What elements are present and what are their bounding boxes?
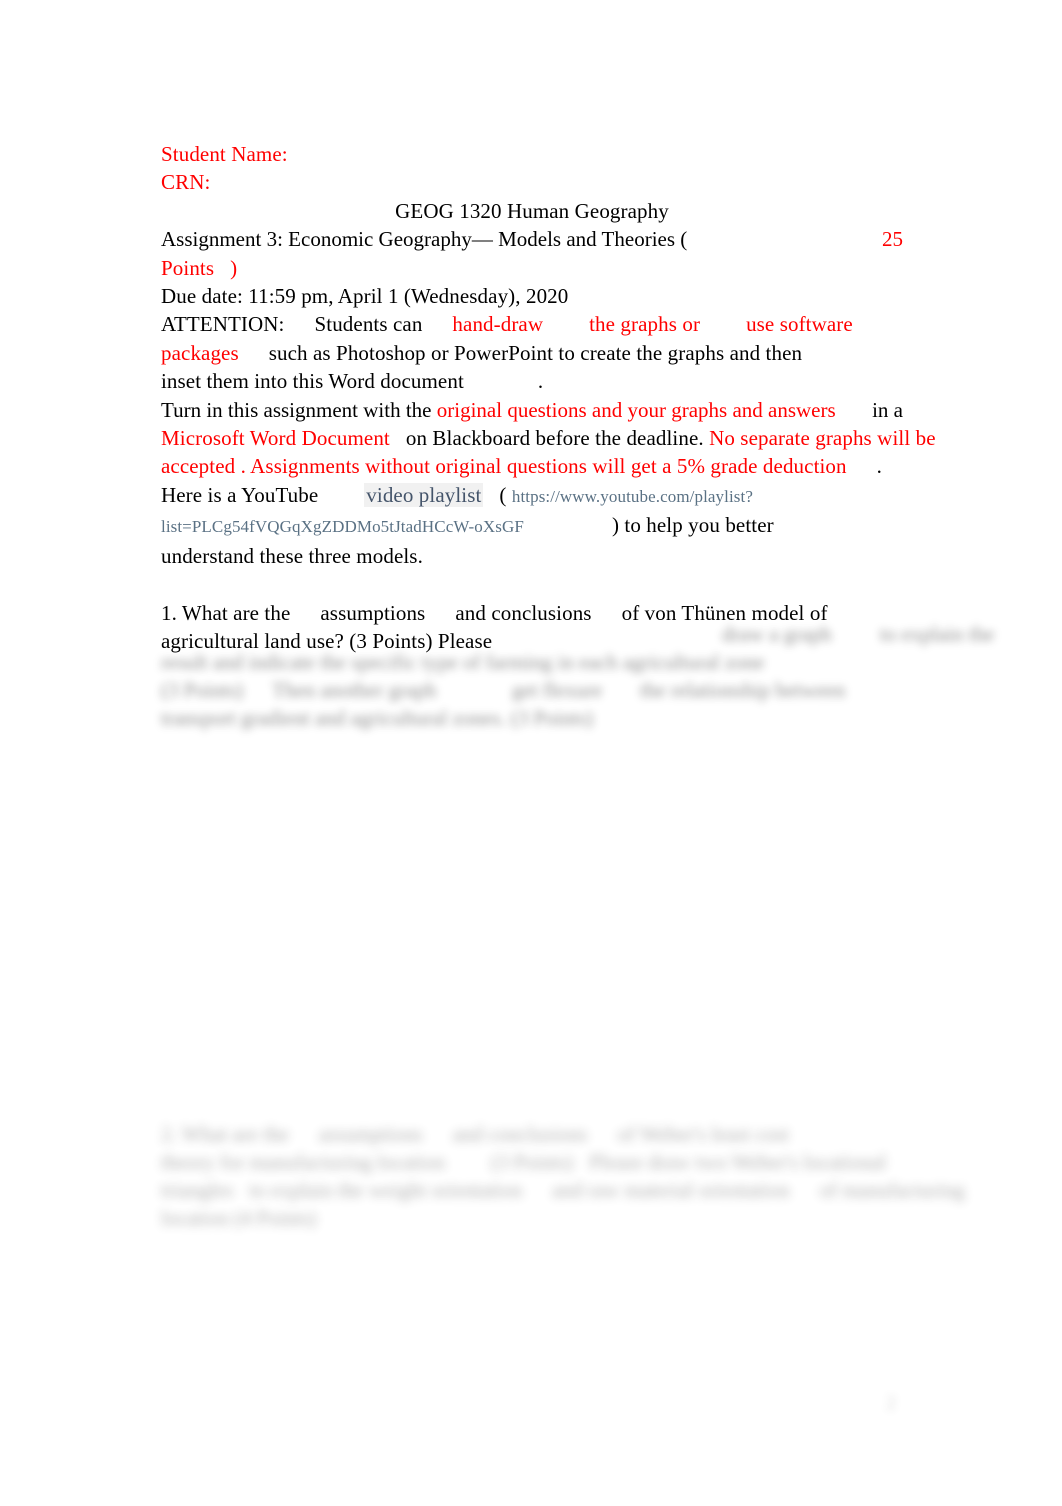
playlist-line-2: list=PLCg54fVQGqXgZDDMo5tJtadHCcW-oXsGF)… [161, 511, 903, 541]
question2-blurred-line-3: triangles to explain the weight orientati… [161, 1176, 965, 1204]
blurred-text: theory for manufacturing location [161, 1150, 445, 1174]
playlist-url-part-1[interactable]: https://www.youtube.com/playlist? [512, 487, 753, 506]
question1-blurred-fragment-2: to explain the [880, 620, 994, 648]
question1-blurred-fragment-7: the relationship between [640, 676, 845, 704]
blurred-text: and raw material orientation [552, 1178, 790, 1202]
question2-blurred-line-4: location (4 Points) [161, 1204, 316, 1232]
question1-blurred-fragment-3: result and indicate the specific type of… [161, 648, 765, 676]
video-playlist-link[interactable]: video playlist [364, 482, 484, 507]
blurred-text: Then another graph [272, 678, 437, 702]
playlist-line-1: Here is a YouTube video playlist ( https:/… [161, 481, 903, 511]
assignment-title-line: Assignment 3: Economic Geography— Models… [161, 225, 903, 253]
turnin-emphasis-1: original questions and your graphs and a… [436, 397, 836, 422]
turnin-text-5: . [876, 454, 882, 479]
question1-blurred-fragment-8: transport gradient and agricultural zone… [161, 704, 593, 732]
assignment-points-line: Points) [161, 254, 903, 282]
assignment-points-number: 25 [882, 227, 903, 252]
attention-emphasis-3: use software [746, 312, 853, 337]
blurred-text: assumptions [318, 1122, 423, 1146]
question1-emphasis-1: assumptions [320, 600, 426, 625]
playlist-paren-open: ( [499, 482, 507, 507]
blurred-text: transport gradient and agricultural zone… [161, 706, 594, 730]
due-date-line: Due date: 11:59 pm, April 1 (Wednesday),… [161, 282, 903, 310]
blurred-text: to explain the weight orientation [249, 1178, 523, 1202]
document-page: Student Name: CRN: GEOG 1320 Human Geogr… [0, 0, 1062, 1506]
blurred-text: draw a graph [722, 622, 832, 646]
question1-blurred-fragment-1: draw a graph [722, 620, 832, 648]
playlist-paren-close: ) [611, 513, 620, 538]
blurred-text: get flexure [512, 678, 603, 702]
turnin-emphasis-4: accepted [161, 454, 236, 479]
document-body: Student Name: CRN: GEOG 1320 Human Geogr… [161, 140, 936, 655]
attention-emphasis-4: packages [161, 340, 239, 365]
page-number: 2 [886, 1392, 896, 1414]
question2-blurred-line-2: theory for manufacturing location (3 Poin… [161, 1148, 886, 1176]
attention-label: ATTENTION: [161, 312, 285, 337]
attention-line-1: ATTENTION: Students can hand-draw the graph… [161, 310, 903, 338]
turnin-emphasis-2: Microsoft Word Document [161, 426, 390, 451]
blurred-text: conclusions [488, 1122, 588, 1146]
turnin-emphasis-5: Assignments without original questions w… [250, 454, 847, 479]
attention-text-3: inset them into this Word document [161, 369, 464, 394]
blurred-text: Please draw two Weber's locational [589, 1150, 887, 1174]
assignment-points-word: Points [161, 255, 215, 280]
turnin-text-1: Turn in this assignment with the [161, 397, 432, 422]
assignment-title: Assignment 3: Economic Geography— Models… [161, 227, 688, 252]
page-number-mark: 2 [886, 1392, 896, 1415]
playlist-line-3: understand these three models. [161, 542, 903, 570]
blurred-text: 2. What are the [161, 1122, 289, 1146]
turnin-text-4: . [240, 454, 246, 479]
question1-text-2: and [455, 600, 486, 625]
turnin-emphasis-3: No separate graphs will be [709, 426, 936, 451]
student-name-label: Student Name: [161, 142, 288, 166]
question1-blurred-fragment-6: get flexure [512, 676, 602, 704]
turnin-line-1: Turn in this assignment with the origina… [161, 396, 903, 424]
blurred-text: to explain the [880, 622, 995, 646]
blurred-text: (3 Points) [490, 1150, 574, 1174]
blurred-text: (3 Points) [161, 678, 244, 702]
blurred-text: triangles [161, 1178, 234, 1202]
student-name-line: Student Name: [161, 140, 903, 168]
blurred-text: of Weber's least cost [617, 1122, 789, 1146]
attention-text-4: . [537, 369, 544, 394]
attention-emphasis-2: the graphs or [589, 312, 701, 337]
attention-line-3: inset them into this Word document. [161, 367, 903, 395]
blurred-text: and [452, 1122, 484, 1146]
course-title: GEOG 1320 Human Geography [395, 198, 669, 223]
question1-emphasis-2: conclusions [491, 600, 592, 625]
playlist-text-1: Here is a YouTube [161, 482, 319, 507]
blurred-text: location (4 Points) [161, 1206, 317, 1230]
turnin-text-3: on Blackboard before the deadline. [405, 426, 704, 451]
attention-line-2: packages such as Photoshop or PowerPoint … [161, 339, 903, 367]
turnin-line-2: Microsoft Word Document on Blackboard bef… [161, 424, 936, 452]
question1-blurred-fragment-5: Then another graph [272, 676, 436, 704]
question2-blurred-line-1: 2. What are the assumptions and conclusion… [161, 1120, 789, 1148]
question1-blurred-fragment-4: (3 Points) [161, 676, 243, 704]
attention-emphasis-1: hand-draw [452, 312, 544, 337]
assignment-title-close-paren: ) [230, 255, 238, 280]
crn-label: CRN: [161, 170, 211, 195]
playlist-text-2: to help you better [624, 513, 774, 538]
turnin-line-3: accepted . Assignments without original … [161, 452, 903, 480]
question1-text-1: 1. What are the [161, 600, 291, 625]
blurred-text: of manufacturing [819, 1178, 965, 1202]
turnin-text-2: in a [872, 397, 903, 422]
crn-line: CRN: [161, 168, 903, 196]
playlist-url-part-2[interactable]: list=PLCg54fVQGqXgZDDMo5tJtadHCcW-oXsGF [161, 517, 524, 536]
attention-text-1: Students can [314, 312, 423, 337]
attention-text-2: such as Photoshop or PowerPoint to creat… [268, 340, 803, 365]
course-title-line: GEOG 1320 Human Geography [161, 197, 903, 225]
playlist-text-3: understand these three models. [161, 543, 423, 568]
due-date: Due date: 11:59 pm, April 1 (Wednesday),… [161, 284, 569, 309]
blurred-text: result and indicate the specific type of… [161, 650, 765, 674]
blurred-text: the relationship between [640, 678, 846, 702]
